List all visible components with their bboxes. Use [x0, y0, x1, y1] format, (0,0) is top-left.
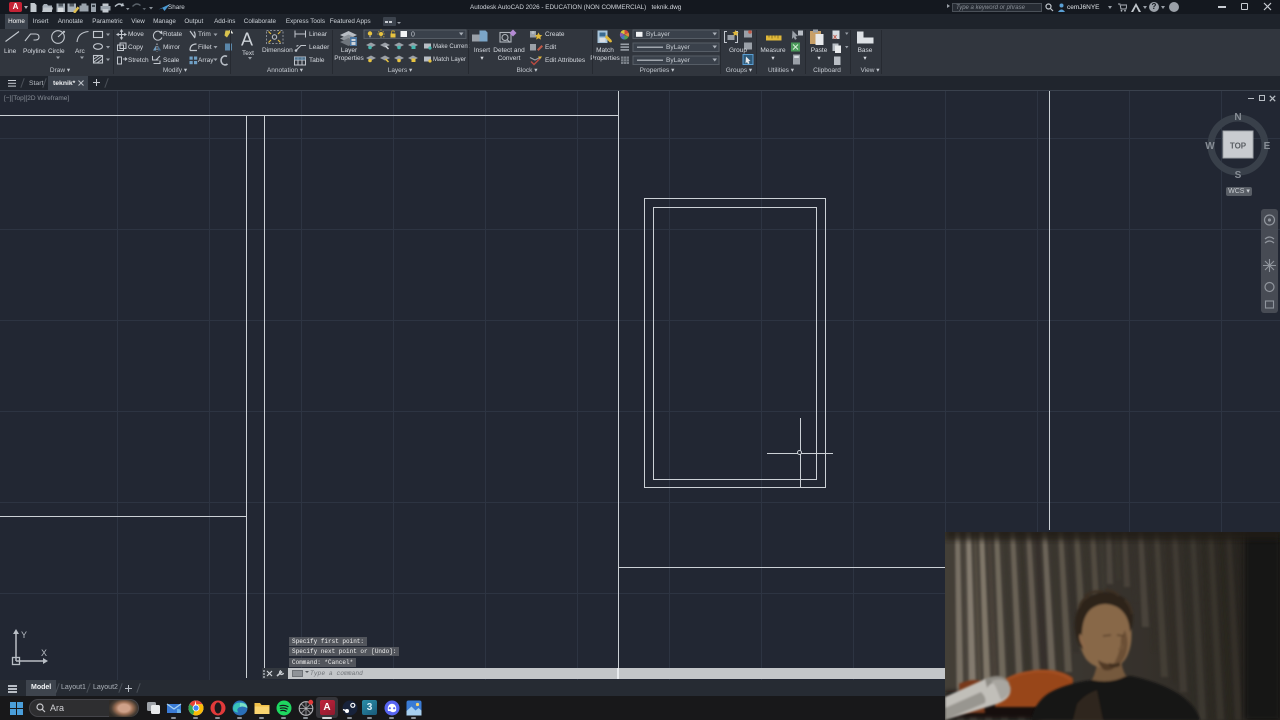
- svg-text:X: X: [41, 648, 47, 658]
- svg-text:Y: Y: [21, 630, 27, 640]
- svg-text:TOP: TOP: [1230, 142, 1247, 151]
- svg-text:0: 0: [411, 32, 415, 39]
- svg-text:A: A: [241, 30, 253, 50]
- svg-text:E: E: [1264, 141, 1271, 152]
- svg-text:W: W: [1205, 141, 1215, 152]
- svg-text:S: S: [1235, 170, 1242, 180]
- svg-text:N: N: [1234, 112, 1241, 123]
